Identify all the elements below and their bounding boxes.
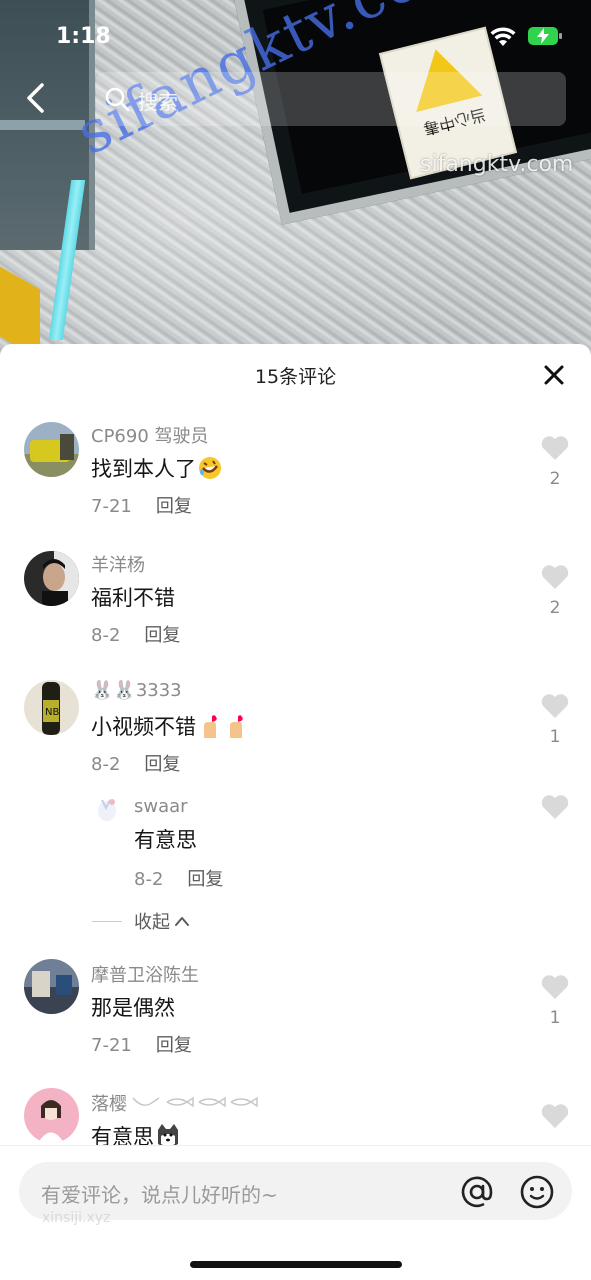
comment-meta: 8-2 回复 (91, 621, 180, 647)
comment-username[interactable]: CP690 驾驶员 (91, 422, 209, 448)
heart-icon (541, 1104, 569, 1128)
like-count: 1 (549, 727, 561, 747)
like-button[interactable]: 2 (538, 435, 572, 489)
chevron-up-icon (175, 917, 189, 926)
wifi-icon (490, 27, 516, 46)
search-icon (105, 87, 130, 112)
comment-meta: 8-2 回复 (91, 750, 180, 776)
comment-sheet: 15条评论 CP690 驾驶员 找到本人了 7-21 回复 2 羊洋杨 福利不错… (0, 344, 591, 1280)
search-bar[interactable]: 搜索 (96, 72, 566, 126)
avatar[interactable] (92, 794, 122, 824)
like-count: 2 (549, 598, 561, 618)
comment-username[interactable]: 落樱 (91, 1090, 261, 1116)
finger-heart-emoji-icon (204, 715, 217, 738)
collapse-divider (92, 920, 122, 922)
back-icon[interactable] (22, 82, 50, 114)
comment-text: 那是偶然 (91, 996, 175, 1020)
comment-date: 7-21 (91, 496, 132, 517)
svg-text:NB: NB (45, 707, 59, 718)
status-bar: 1:18 (0, 0, 591, 70)
like-button[interactable] (538, 794, 572, 820)
comment-text-content: 小视频不错 (91, 715, 196, 739)
heart-icon (541, 795, 569, 819)
comment-text: 有意思 (134, 828, 197, 852)
comment-count-title: 15条评论 (254, 366, 337, 388)
finger-heart-emoji-icon (230, 715, 243, 738)
avatar[interactable] (24, 959, 79, 1014)
comment-text: 福利不错 (91, 586, 175, 610)
home-indicator[interactable] (190, 1261, 402, 1268)
comment-text-content: 找到本人了 (91, 457, 196, 481)
comment-input-placeholder: 有爱评论，说点儿好听的~ (41, 1183, 278, 1207)
reply-button[interactable]: 回复 (156, 1035, 192, 1056)
comment-input-area: 有爱评论，说点儿好听的~ xinsiji.xyz (0, 1145, 591, 1280)
comment-date: 8-2 (91, 625, 121, 646)
comment-meta: 7-21 回复 (91, 492, 192, 518)
comment-text: 找到本人了 (91, 453, 222, 483)
comment-meta: 8-2 回复 (134, 865, 223, 891)
reply-button[interactable]: 回复 (144, 625, 180, 646)
like-button[interactable]: 2 (538, 564, 572, 618)
battery-icon (528, 27, 562, 45)
avatar[interactable] (24, 1088, 79, 1143)
heart-icon (541, 694, 569, 718)
rolling-laughing-emoji-icon (199, 457, 221, 479)
avatar[interactable] (24, 551, 79, 606)
watermark-small: sifangktv.com (420, 152, 574, 177)
reply-button[interactable]: 回复 (187, 869, 223, 890)
reply-button[interactable]: 回复 (144, 754, 180, 775)
heart-icon (541, 565, 569, 589)
collapse-replies-button[interactable]: 收起 (92, 908, 190, 934)
like-button[interactable]: 1 (538, 974, 572, 1028)
comment-date: 8-2 (134, 869, 164, 890)
emoji-icon[interactable] (519, 1174, 555, 1210)
like-button[interactable] (538, 1103, 572, 1129)
close-icon[interactable] (543, 364, 565, 386)
reply-button[interactable]: 回复 (156, 496, 192, 517)
avatar[interactable] (24, 422, 79, 477)
comment-username[interactable]: 🐰🐰3333 (91, 680, 182, 701)
status-time: 1:18 (56, 24, 111, 49)
avatar[interactable]: NB (24, 680, 79, 735)
fish-decoration-icon (132, 1096, 258, 1108)
at-icon[interactable] (459, 1174, 495, 1210)
comment-date: 8-2 (91, 754, 121, 775)
comment-username[interactable]: swaar (134, 796, 188, 817)
search-placeholder: 搜索 (138, 90, 178, 114)
comment-username[interactable]: 摩普卫浴陈生 (91, 961, 199, 987)
comment-username[interactable]: 羊洋杨 (91, 551, 145, 577)
like-count: 1 (549, 1008, 561, 1028)
charging-bolt-icon (537, 28, 549, 44)
heart-icon (541, 975, 569, 999)
comment-meta: 7-21 回复 (91, 1031, 192, 1057)
comment-text: 小视频不错 (91, 711, 248, 741)
watermark-bottom: xinsiji.xyz (42, 1210, 111, 1226)
like-button[interactable]: 1 (538, 693, 572, 747)
heart-icon (541, 436, 569, 460)
like-count: 2 (549, 469, 561, 489)
collapse-label: 收起 (134, 912, 170, 933)
comment-username-text: 落樱 (91, 1094, 127, 1115)
comment-date: 7-21 (91, 1035, 132, 1056)
